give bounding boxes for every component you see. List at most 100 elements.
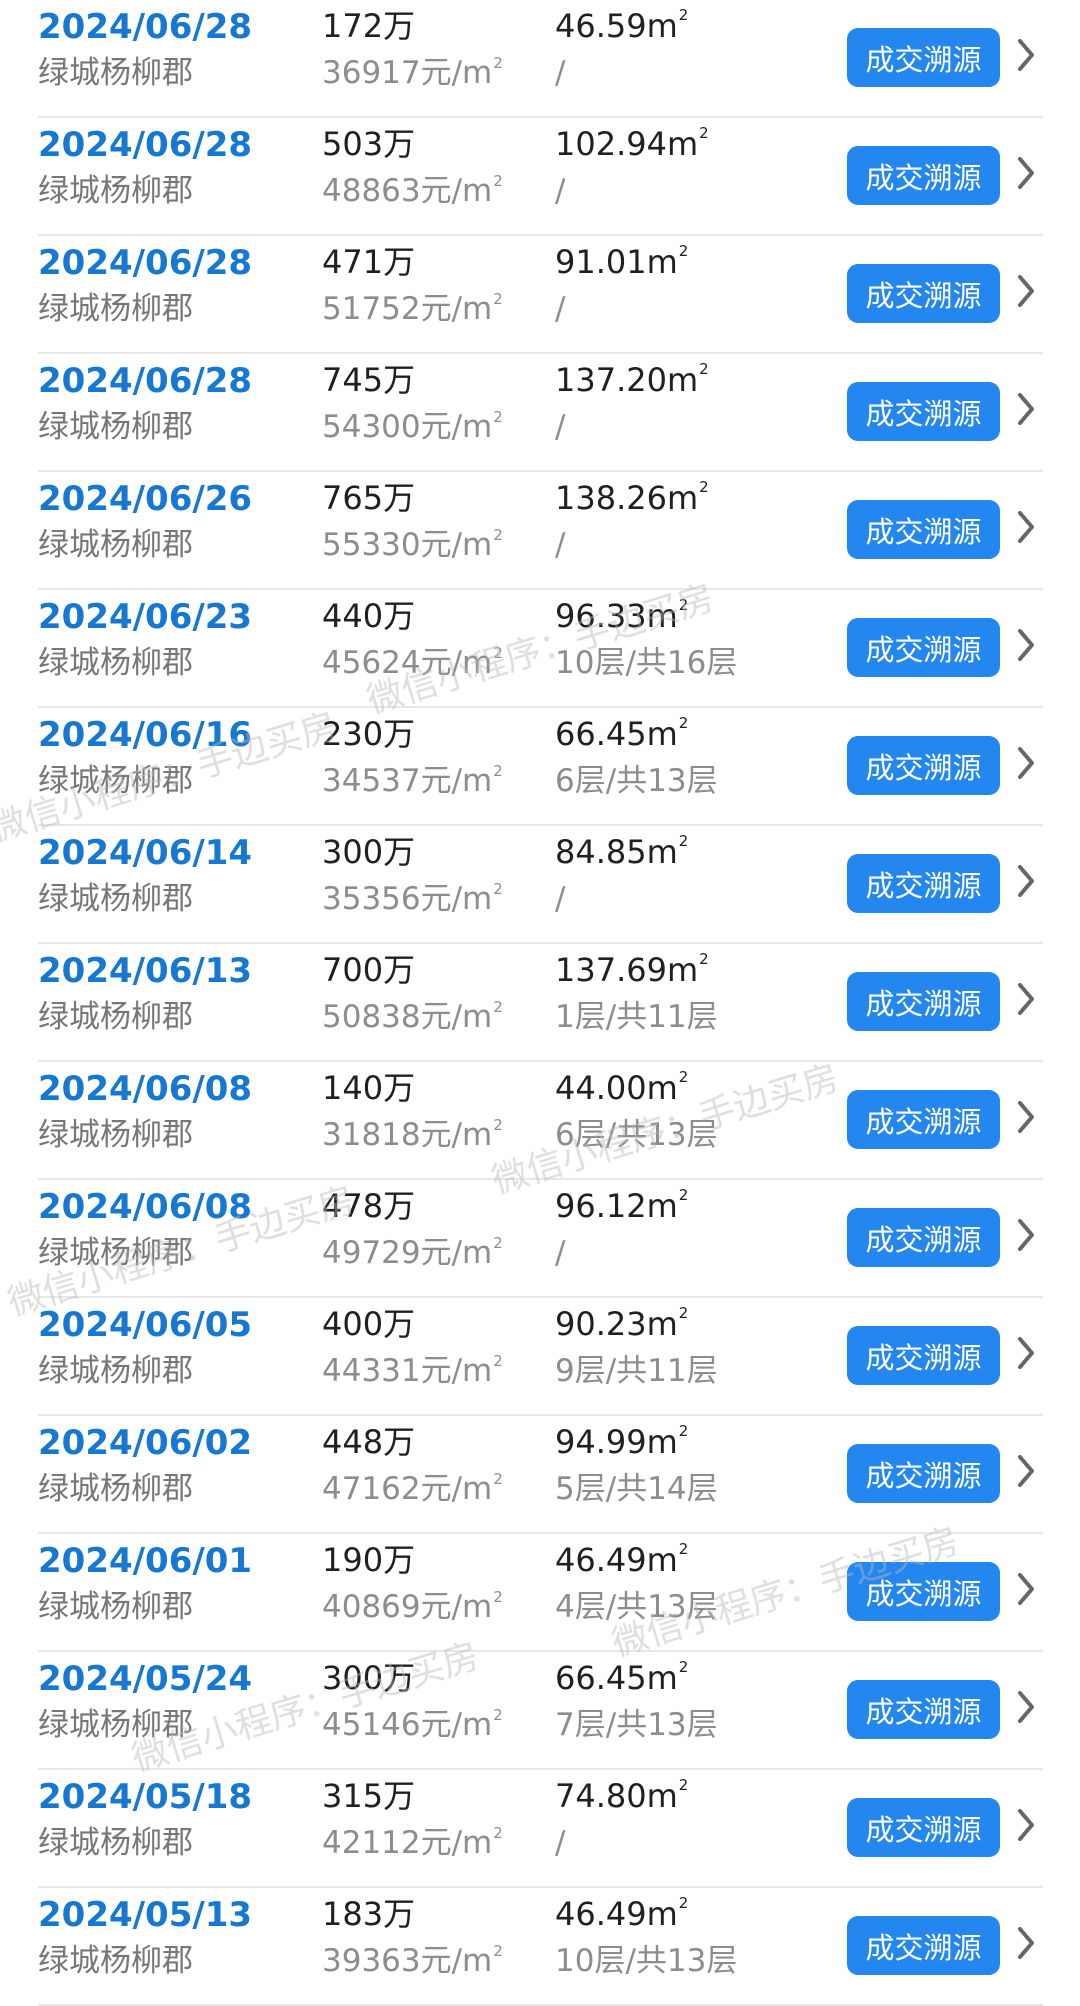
transaction-trace-button[interactable]: 成交溯源 (847, 382, 1000, 441)
transaction-trace-button[interactable]: 成交溯源 (847, 618, 1000, 677)
chevron-right-icon[interactable] (1011, 267, 1041, 315)
chevron-right-icon[interactable] (1011, 1447, 1041, 1495)
unit-price: 39363元/m2 (322, 1943, 503, 1979)
floor-info: / (555, 1825, 566, 1861)
transaction-row[interactable]: 2024/06/02 绿城杨柳郡 448万 47162元/m2 94.99m2 … (38, 1416, 1043, 1534)
area-superscript: 2 (678, 1658, 689, 1676)
chevron-right-icon[interactable] (1011, 503, 1041, 551)
area: 94.99m2 (555, 1424, 688, 1459)
area: 91.01m2 (555, 244, 688, 279)
transaction-trace-button[interactable]: 成交溯源 (847, 28, 1000, 87)
unit-price-superscript: 2 (493, 880, 503, 898)
transaction-trace-button[interactable]: 成交溯源 (847, 1680, 1000, 1739)
area-superscript: 2 (678, 1540, 689, 1558)
area-value: 138.26m (555, 479, 699, 517)
transaction-row[interactable]: 2024/06/26 绿城杨柳郡 765万 55330元/m2 138.26m2… (38, 472, 1043, 590)
transaction-trace-button[interactable]: 成交溯源 (847, 1444, 1000, 1503)
transaction-row[interactable]: 2024/06/23 绿城杨柳郡 440万 45624元/m2 96.33m2 … (38, 590, 1043, 708)
transaction-date: 2024/06/28 (38, 125, 253, 165)
area: 90.23m2 (555, 1306, 688, 1341)
chevron-right-icon[interactable] (1011, 857, 1041, 905)
transaction-trace-button[interactable]: 成交溯源 (847, 1798, 1000, 1857)
unit-price-value: 39363元/m (322, 1943, 493, 1979)
community-name: 绿城杨柳郡 (38, 1943, 193, 1979)
transaction-trace-button[interactable]: 成交溯源 (847, 736, 1000, 795)
transaction-trace-button[interactable]: 成交溯源 (847, 500, 1000, 559)
unit-price: 48863元/m2 (322, 174, 503, 207)
floor-info: / (555, 1235, 566, 1271)
transaction-row[interactable]: 2024/05/13 绿城杨柳郡 183万 39363元/m2 46.49m2 … (38, 1888, 1043, 2006)
transaction-trace-button[interactable]: 成交溯源 (847, 972, 1000, 1031)
total-price: 400万 (322, 1305, 416, 1343)
chevron-right-icon[interactable] (1011, 739, 1041, 787)
transaction-row[interactable]: 2024/06/28 绿城杨柳郡 172万 36917元/m2 46.59m2 … (38, 0, 1043, 118)
community-name: 绿城杨柳郡 (38, 763, 193, 799)
transaction-row[interactable]: 2024/05/18 绿城杨柳郡 315万 42112元/m2 74.80m2 … (38, 1770, 1043, 1888)
area: 46.49m2 (555, 1541, 688, 1579)
transaction-trace-button[interactable]: 成交溯源 (847, 1326, 1000, 1385)
area-value: 46.49m (555, 1541, 678, 1579)
transaction-trace-button[interactable]: 成交溯源 (847, 146, 1000, 205)
chevron-right-icon[interactable] (1011, 975, 1041, 1023)
community-name: 绿城杨柳郡 (38, 1471, 193, 1507)
transaction-row[interactable]: 2024/06/01 绿城杨柳郡 190万 40869元/m2 46.49m2 … (38, 1534, 1043, 1652)
chevron-right-icon[interactable] (1011, 31, 1041, 79)
transaction-date: 2024/06/13 (38, 951, 253, 991)
unit-price-value: 54300元/m (322, 409, 493, 445)
floor-info: 10层/共16层 (555, 645, 738, 681)
transaction-trace-button[interactable]: 成交溯源 (847, 854, 1000, 913)
area-value: 66.45m (555, 1659, 678, 1697)
unit-price: 34537元/m2 (322, 764, 503, 797)
total-price: 300万 (322, 833, 416, 871)
total-price: 300万 (322, 1659, 416, 1697)
total-price: 700万 (322, 951, 416, 989)
area-superscript: 2 (678, 714, 689, 732)
chevron-right-icon[interactable] (1011, 1919, 1041, 1967)
transaction-date: 2024/06/16 (38, 715, 253, 755)
area-value: 84.85m (555, 833, 678, 871)
area-value: 102.94m (555, 125, 699, 163)
transaction-date: 2024/05/18 (38, 1777, 253, 1817)
chevron-right-icon[interactable] (1011, 385, 1041, 433)
community-name: 绿城杨柳郡 (38, 291, 193, 327)
chevron-right-icon[interactable] (1011, 1565, 1041, 1613)
unit-price-superscript: 2 (493, 998, 503, 1016)
area: 102.94m2 (555, 125, 709, 163)
transaction-row[interactable]: 2024/06/28 绿城杨柳郡 745万 54300元/m2 137.20m2… (38, 354, 1043, 472)
transaction-row[interactable]: 2024/06/16 绿城杨柳郡 230万 34537元/m2 66.45m2 … (38, 708, 1043, 826)
unit-price-superscript: 2 (493, 644, 503, 662)
transaction-trace-button[interactable]: 成交溯源 (847, 1562, 1000, 1621)
community-name: 绿城杨柳郡 (38, 173, 193, 209)
total-price: 765万 (322, 479, 416, 517)
transaction-row[interactable]: 2024/06/08 绿城杨柳郡 140万 31818元/m2 44.00m2 … (38, 1062, 1043, 1180)
community-name: 绿城杨柳郡 (38, 1235, 193, 1271)
unit-price-value: 44331元/m (322, 1353, 493, 1389)
chevron-right-icon[interactable] (1011, 149, 1041, 197)
community-name: 绿城杨柳郡 (38, 527, 193, 563)
transaction-row[interactable]: 2024/06/14 绿城杨柳郡 300万 35356元/m2 84.85m2 … (38, 826, 1043, 944)
transaction-trace-button[interactable]: 成交溯源 (847, 1916, 1000, 1975)
chevron-right-icon[interactable] (1011, 1801, 1041, 1849)
transaction-row[interactable]: 2024/06/13 绿城杨柳郡 700万 50838元/m2 137.69m2… (38, 944, 1043, 1062)
chevron-right-icon[interactable] (1011, 1093, 1041, 1141)
community-name: 绿城杨柳郡 (38, 409, 193, 445)
chevron-right-icon[interactable] (1011, 621, 1041, 669)
chevron-right-icon[interactable] (1011, 1211, 1041, 1259)
unit-price-value: 36917元/m (322, 55, 493, 91)
transaction-trace-button[interactable]: 成交溯源 (847, 264, 1000, 323)
transaction-row[interactable]: 2024/05/24 绿城杨柳郡 300万 45146元/m2 66.45m2 … (38, 1652, 1043, 1770)
chevron-right-icon[interactable] (1011, 1329, 1041, 1377)
chevron-right-icon[interactable] (1011, 1683, 1041, 1731)
transaction-trace-button[interactable]: 成交溯源 (847, 1090, 1000, 1149)
area-superscript: 2 (678, 1776, 689, 1794)
transaction-row[interactable]: 2024/06/28 绿城杨柳郡 471万 51752元/m2 91.01m2 … (38, 236, 1043, 354)
transaction-row[interactable]: 2024/06/08 绿城杨柳郡 478万 49729元/m2 96.12m2 … (38, 1180, 1043, 1298)
transaction-date: 2024/06/23 (38, 597, 253, 637)
transaction-row[interactable]: 2024/06/28 绿城杨柳郡 503万 48863元/m2 102.94m2… (38, 118, 1043, 236)
total-price: 172万 (322, 7, 416, 45)
unit-price: 45146元/m2 (322, 1708, 503, 1741)
transaction-row[interactable]: 2024/06/05 绿城杨柳郡 400万 44331元/m2 90.23m2 … (38, 1298, 1043, 1416)
area-superscript: 2 (699, 360, 709, 378)
floor-info: / (555, 527, 566, 563)
transaction-trace-button[interactable]: 成交溯源 (847, 1208, 1000, 1267)
